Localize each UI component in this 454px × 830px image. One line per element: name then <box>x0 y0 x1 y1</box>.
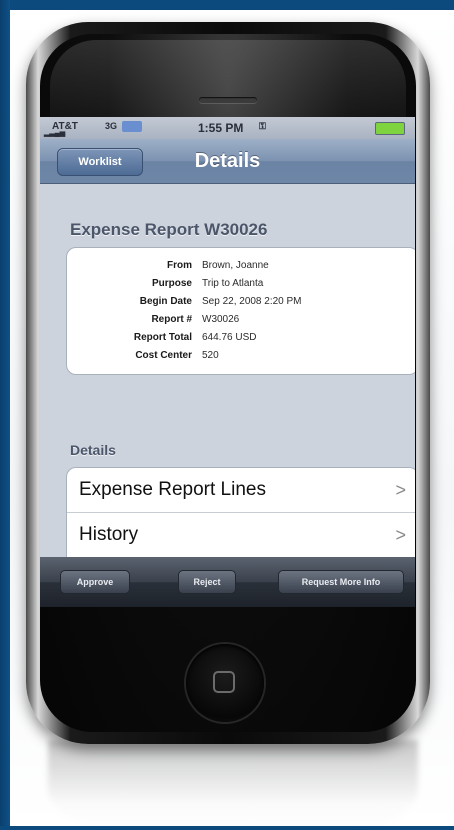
list-item-expense-report-lines[interactable]: Expense Report Lines > <box>67 468 415 512</box>
field-label: Cost Center <box>135 350 192 361</box>
field-label: Report # <box>151 314 192 325</box>
reject-button[interactable]: Reject <box>178 570 236 594</box>
field-row: Report # W30026 <box>67 314 415 332</box>
field-row: Cost Center 520 <box>67 350 415 368</box>
chevron-right-icon: > <box>395 524 406 545</box>
backdrop <box>0 0 10 826</box>
field-row: Purpose Trip to Atlanta <box>67 278 415 296</box>
field-value: W30026 <box>202 314 240 325</box>
phone-reflection <box>48 740 418 830</box>
navigation-bar: Details Worklist <box>40 139 415 184</box>
status-time: 1:55 PM <box>198 121 244 135</box>
report-title: Expense Report W30026 <box>70 220 268 239</box>
details-section-header: Details <box>70 442 116 458</box>
details-list: Expense Report Lines > History > <box>66 467 415 557</box>
phone-screen: ▂▃▄▅ AT&T 3G 1:55 PM ⚿ Details Worklist … <box>40 117 415 557</box>
back-button[interactable]: Worklist <box>57 148 143 176</box>
network-type: 3G <box>105 121 118 131</box>
field-row: From Brown, Joanne <box>67 260 415 278</box>
field-label: From <box>167 260 192 271</box>
field-value: 644.76 USD <box>202 332 257 343</box>
field-row: Begin Date Sep 22, 2008 2:20 PM <box>67 296 415 314</box>
network-icon <box>122 121 142 132</box>
home-square-icon <box>213 671 235 693</box>
field-value: Sep 22, 2008 2:20 PM <box>202 296 302 307</box>
carrier-label: AT&T <box>52 121 78 132</box>
action-toolbar: Approve Reject Request More Info <box>40 557 415 607</box>
lock-icon: ⚿ <box>259 121 266 131</box>
list-item-history[interactable]: History > <box>67 512 415 557</box>
earpiece-speaker <box>199 97 257 103</box>
field-label: Begin Date <box>139 296 192 307</box>
approve-button[interactable]: Approve <box>60 570 130 594</box>
field-value: 520 <box>202 350 219 361</box>
field-value: Trip to Atlanta <box>202 278 264 289</box>
field-row: Report Total 644.76 USD <box>67 332 415 350</box>
field-label: Report Total <box>133 332 192 343</box>
field-label: Purpose <box>151 278 192 289</box>
chevron-right-icon: > <box>395 479 406 500</box>
battery-icon <box>375 122 405 135</box>
list-item-label: History <box>79 524 139 545</box>
list-item-label: Expense Report Lines <box>79 479 266 500</box>
request-more-info-button[interactable]: Request More Info <box>278 570 404 594</box>
home-button[interactable] <box>186 644 264 722</box>
status-bar: ▂▃▄▅ AT&T 3G 1:55 PM ⚿ <box>40 117 415 139</box>
report-summary-card: From Brown, Joanne Purpose Trip to Atlan… <box>66 247 415 375</box>
field-value: Brown, Joanne <box>202 260 269 271</box>
